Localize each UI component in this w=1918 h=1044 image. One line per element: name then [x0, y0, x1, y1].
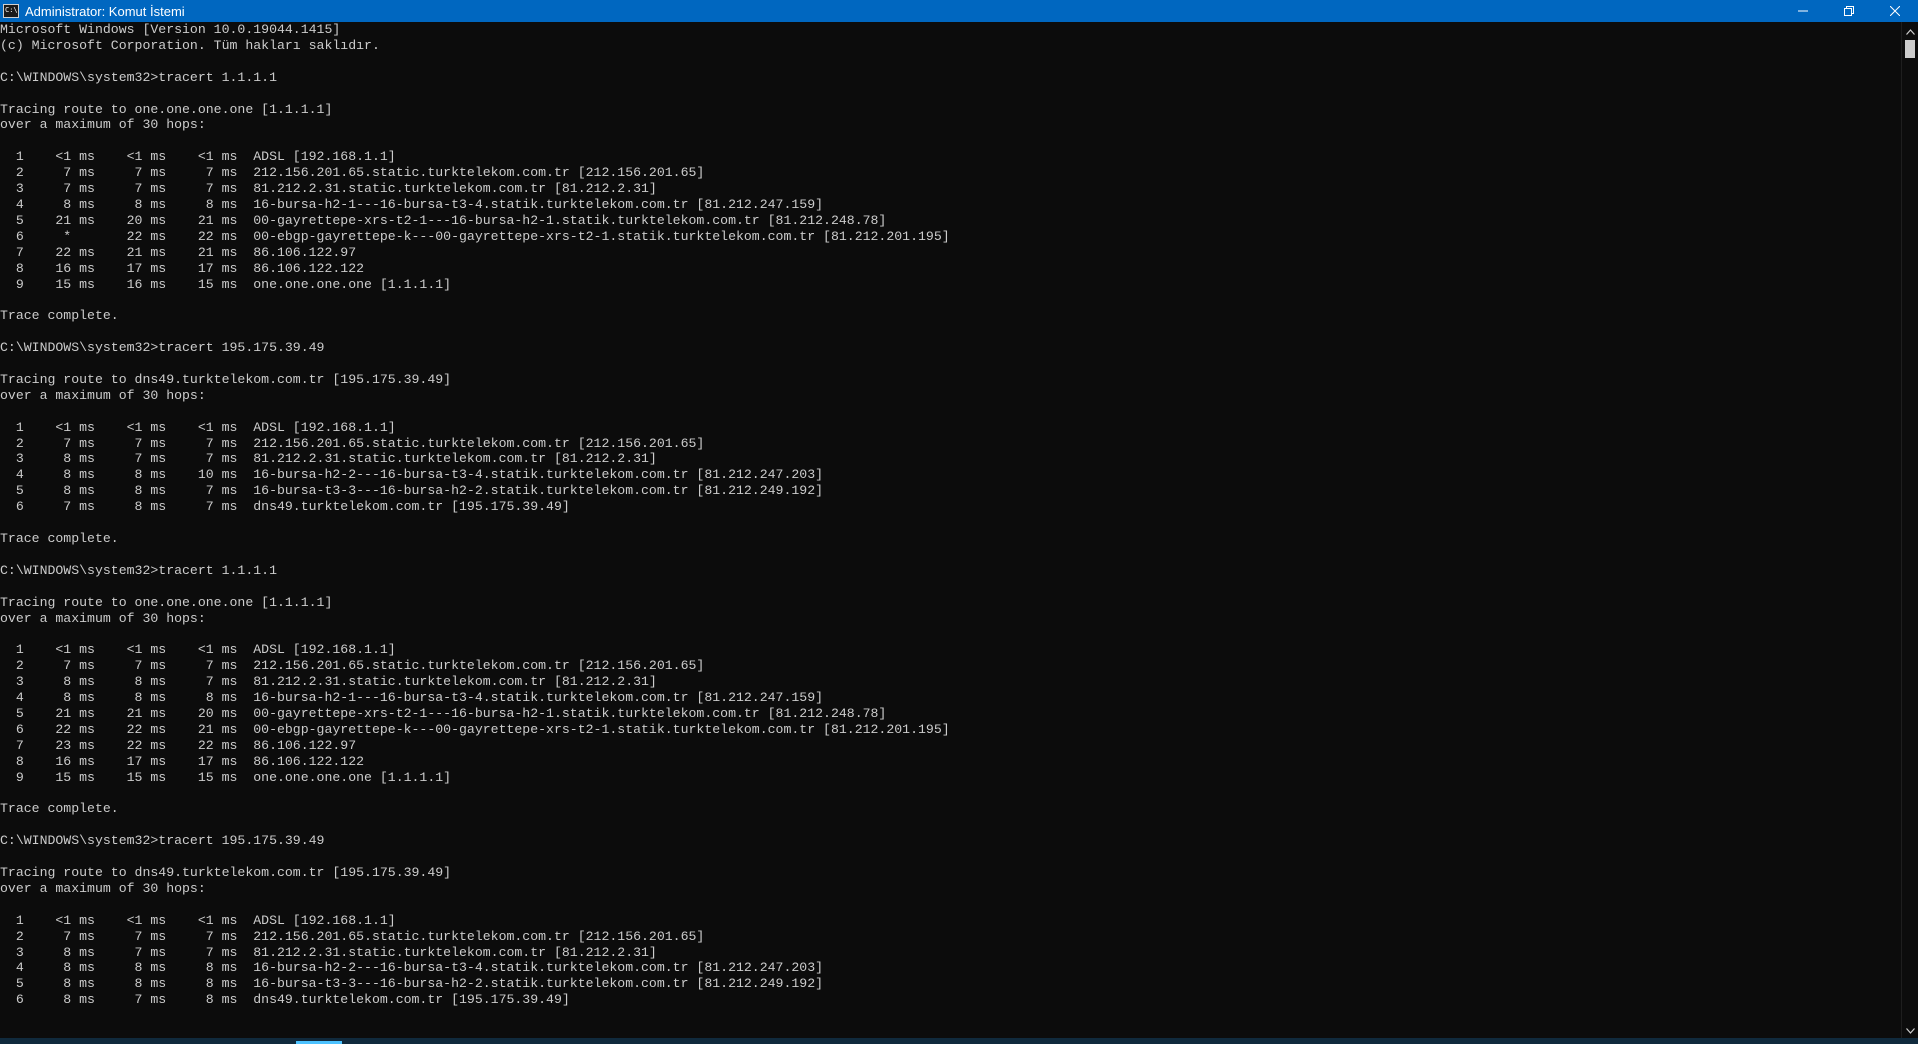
console-line: 2 7 ms 7 ms 7 ms 212.156.201.65.static.t…: [0, 928, 705, 944]
vertical-scrollbar[interactable]: [1901, 22, 1918, 1038]
console-line: Tracing route to dns49.turktelekom.com.t…: [0, 865, 452, 881]
restore-button[interactable]: [1826, 0, 1872, 22]
console-line: 6 * 22 ms 22 ms 00-ebgp-gayrettepe-k---0…: [0, 228, 950, 244]
console-line: C:\WINDOWS\system32>tracert 1.1.1.1: [0, 562, 277, 578]
scroll-up-button[interactable]: [1902, 22, 1918, 39]
scroll-down-button[interactable]: [1902, 1021, 1918, 1038]
restore-icon: [1844, 6, 1854, 16]
minimize-icon: [1798, 6, 1808, 16]
console-line: Tracing route to one.one.one.one [1.1.1.…: [0, 101, 333, 117]
console-line: 7 22 ms 21 ms 21 ms 86.106.122.97: [0, 244, 357, 260]
console-line: 6 22 ms 22 ms 21 ms 00-ebgp-gayrettepe-k…: [0, 721, 950, 737]
console-line: (c) Microsoft Corporation. Tüm hakları s…: [0, 37, 380, 53]
console-line: C:\WINDOWS\system32>tracert 1.1.1.1: [0, 69, 277, 85]
console-line: 5 21 ms 21 ms 20 ms 00-gayrettepe-xrs-t2…: [0, 705, 887, 721]
close-icon: [1890, 6, 1900, 16]
console-line: 2 7 ms 7 ms 7 ms 212.156.201.65.static.t…: [0, 165, 705, 181]
console-line: 8 16 ms 17 ms 17 ms 86.106.122.122: [0, 753, 365, 769]
console-line: over a maximum of 30 hops:: [0, 117, 206, 133]
taskbar-edge: [0, 1038, 1918, 1044]
console-line: 2 7 ms 7 ms 7 ms 212.156.201.65.static.t…: [0, 658, 705, 674]
console-line: 4 8 ms 8 ms 8 ms 16-bursa-h2-1---16-burs…: [0, 690, 824, 706]
command-prompt-window: C:\ Administrator: Komut İstemi Microsof…: [0, 0, 1918, 1044]
minimize-button[interactable]: [1780, 0, 1826, 22]
console-line: 5 21 ms 20 ms 21 ms 00-gayrettepe-xrs-t2…: [0, 212, 887, 228]
console-line: Trace complete.: [0, 531, 119, 546]
console-text[interactable]: Microsoft Windows [Version 10.0.19044.14…: [0, 22, 1900, 1008]
console-line: 6 7 ms 8 ms 7 ms dns49.turktelekom.com.t…: [0, 499, 570, 515]
console-line: C:\WINDOWS\system32>tracert 195.175.39.4…: [0, 340, 325, 356]
cmd-app-icon[interactable]: C:\: [3, 4, 19, 18]
console-line: 4 8 ms 8 ms 8 ms 16-bursa-h2-1---16-burs…: [0, 196, 824, 212]
console-line: Trace complete.: [0, 308, 119, 324]
console-line: 2 7 ms 7 ms 7 ms 212.156.201.65.static.t…: [0, 435, 705, 451]
console-line: 9 15 ms 15 ms 15 ms one.one.one.one [1.1…: [0, 769, 452, 785]
console-line: Microsoft Windows [Version 10.0.19044.14…: [0, 22, 341, 37]
console-line: 3 8 ms 7 ms 7 ms 81.212.2.31.static.turk…: [0, 451, 657, 467]
scroll-down-arrow-icon: [1906, 1021, 1915, 1039]
console-line: Tracing route to one.one.one.one [1.1.1.…: [0, 594, 333, 610]
console-line: over a maximum of 30 hops:: [0, 387, 206, 403]
console-line: Tracing route to dns49.turktelekom.com.t…: [0, 371, 452, 387]
console-output[interactable]: Microsoft Windows [Version 10.0.19044.14…: [0, 22, 1900, 1038]
close-button[interactable]: [1872, 0, 1918, 22]
title-bar[interactable]: C:\ Administrator: Komut İstemi: [0, 0, 1918, 22]
console-line: 4 8 ms 8 ms 8 ms 16-bursa-h2-2---16-burs…: [0, 960, 824, 976]
scroll-up-arrow-icon: [1906, 22, 1915, 40]
console-line: over a maximum of 30 hops:: [0, 610, 206, 626]
console-line: 1 <1 ms <1 ms <1 ms ADSL [192.168.1.1]: [0, 419, 396, 435]
console-line: 5 8 ms 8 ms 7 ms 16-bursa-t3-3---16-burs…: [0, 483, 824, 499]
console-line: C:\WINDOWS\system32>tracert 195.175.39.4…: [0, 833, 325, 849]
console-line: 3 7 ms 7 ms 7 ms 81.212.2.31.static.turk…: [0, 181, 657, 197]
console-line: 1 <1 ms <1 ms <1 ms ADSL [192.168.1.1]: [0, 912, 396, 928]
window-title: Administrator: Komut İstemi: [25, 3, 185, 19]
console-line: 6 8 ms 7 ms 8 ms dns49.turktelekom.com.t…: [0, 992, 570, 1008]
console-line: 3 8 ms 8 ms 7 ms 81.212.2.31.static.turk…: [0, 674, 657, 690]
scrollbar-thumb[interactable]: [1905, 40, 1915, 58]
console-line: Trace complete.: [0, 801, 119, 817]
console-line: 3 8 ms 7 ms 7 ms 81.212.2.31.static.turk…: [0, 944, 657, 960]
console-line: 5 8 ms 8 ms 8 ms 16-bursa-t3-3---16-burs…: [0, 976, 824, 992]
console-line: 7 23 ms 22 ms 22 ms 86.106.122.97: [0, 737, 357, 753]
window-controls: [1780, 0, 1918, 22]
console-line: 9 15 ms 16 ms 15 ms one.one.one.one [1.1…: [0, 276, 452, 292]
console-line: over a maximum of 30 hops:: [0, 880, 206, 896]
console-line: 1 <1 ms <1 ms <1 ms ADSL [192.168.1.1]: [0, 642, 396, 658]
console-line: 8 16 ms 17 ms 17 ms 86.106.122.122: [0, 260, 365, 276]
console-line: 4 8 ms 8 ms 10 ms 16-bursa-h2-2---16-bur…: [0, 467, 824, 483]
console-line: 1 <1 ms <1 ms <1 ms ADSL [192.168.1.1]: [0, 149, 396, 165]
